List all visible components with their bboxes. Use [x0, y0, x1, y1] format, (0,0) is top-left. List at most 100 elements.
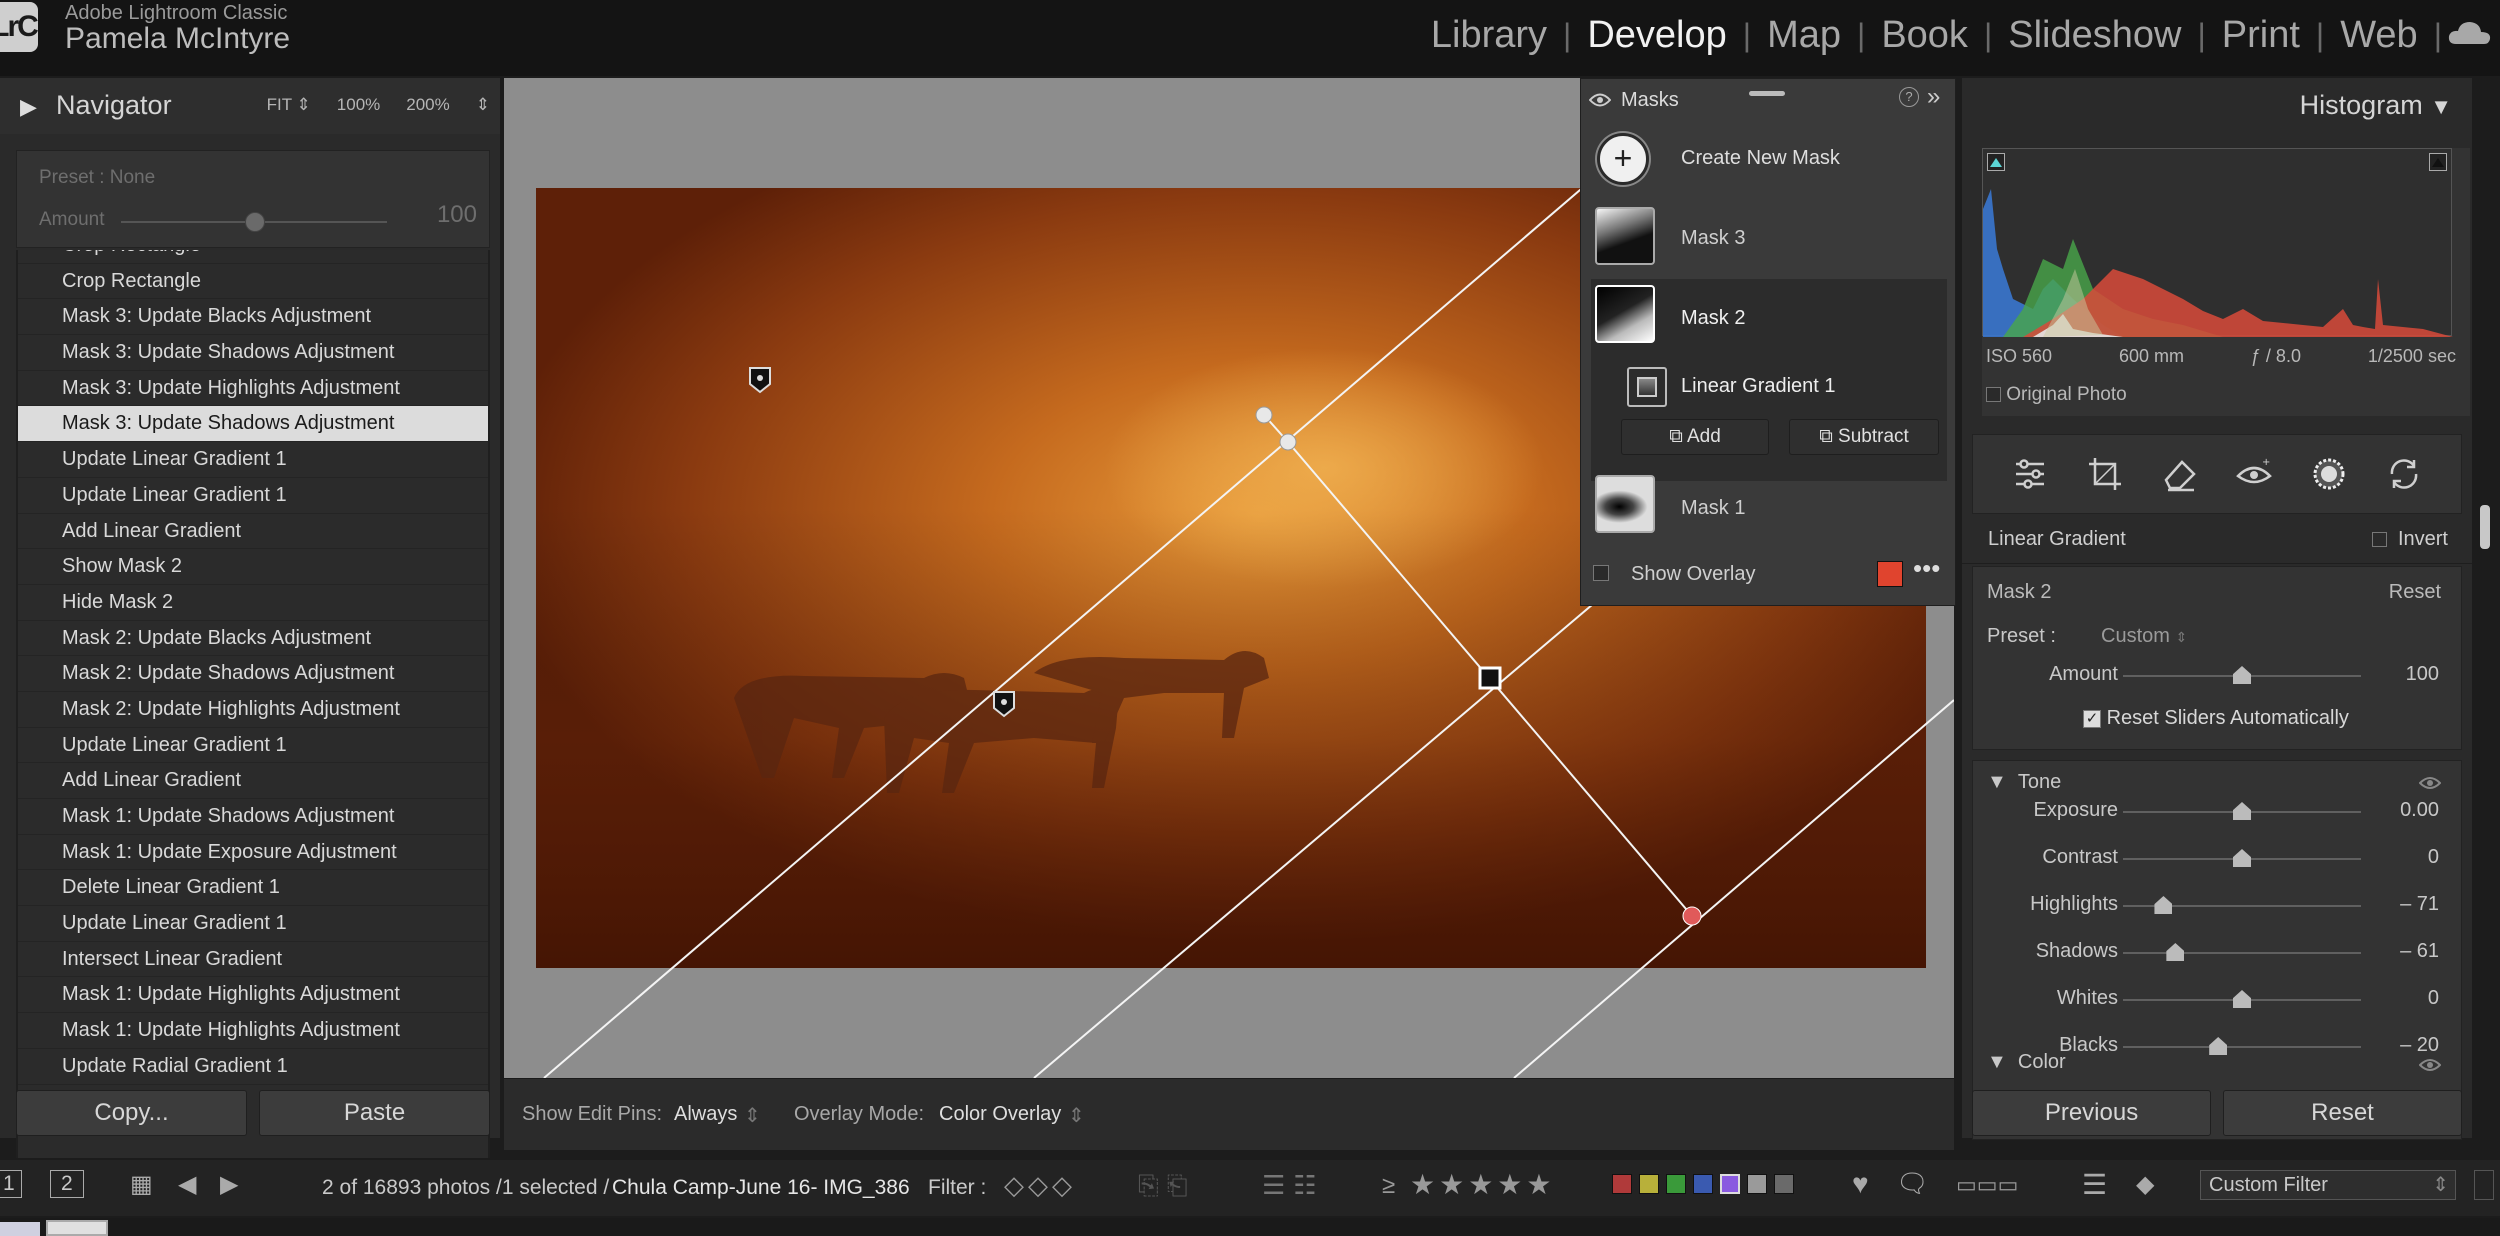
invert-toggle[interactable]: Invert [2371, 528, 2448, 551]
module-book[interactable]: Book [1865, 14, 1984, 57]
mask-item[interactable]: Mask 1 [1581, 473, 1957, 543]
amount-value[interactable]: 100 [2406, 663, 2439, 686]
slider-value[interactable]: – 61 [2400, 940, 2439, 963]
amount-slider[interactable]: Amount 100 [1973, 661, 2463, 691]
mask-item-selected[interactable]: Mask 2 Linear Gradient 1 ⧉ Add ⧉ Subtrac… [1591, 279, 1947, 481]
right-panel-scrollbar[interactable] [2480, 505, 2490, 549]
slider-value[interactable]: – 71 [2400, 893, 2439, 916]
history-item[interactable]: Mask 3: Update Shadows Adjustment [18, 406, 488, 443]
file-name[interactable]: Chula Camp-June 16- IMG_386 [612, 1176, 910, 1200]
slider-knob[interactable] [2233, 802, 2251, 820]
shadows-slider[interactable]: Shadows – 61 [1973, 938, 2463, 968]
slider-value[interactable]: 0.00 [2400, 799, 2439, 822]
history-item[interactable]: Hide Mask 2 [18, 585, 488, 621]
highlights-slider[interactable]: Highlights – 71 [1973, 891, 2463, 921]
component-name[interactable]: Linear Gradient 1 [1681, 375, 1836, 398]
tone-header[interactable]: ▼ Tone [1987, 771, 2061, 794]
color-label-swatch[interactable] [1639, 1174, 1659, 1194]
custom-filter-select[interactable]: Custom Filter ⇕ [2200, 1170, 2456, 1200]
shadow-clipping-icon[interactable] [1987, 153, 2005, 171]
show-overlay-checkbox[interactable] [1593, 565, 1609, 581]
mask-item[interactable]: Mask 3 [1581, 203, 1957, 273]
history-item[interactable]: Mask 2: Update Blacks Adjustment [18, 621, 488, 657]
subtract-button[interactable]: ⧉ Subtract [1789, 419, 1939, 455]
grid-view-icon[interactable]: ▦ [130, 1170, 153, 1199]
slider-value[interactable]: 0 [2428, 987, 2439, 1010]
histogram-graph[interactable] [1982, 148, 2453, 337]
history-item[interactable]: Add Linear Gradient [18, 763, 488, 799]
history-item[interactable]: Mask 1: Update Highlights Adjustment [18, 977, 488, 1014]
history-item[interactable]: Mask 1: Update Exposure Adjustment [18, 835, 488, 871]
history-item[interactable]: Crop Rectangle [18, 250, 488, 264]
mask-reset-button[interactable]: Reset [2389, 581, 2441, 604]
slider-knob[interactable] [2154, 896, 2173, 914]
color-label-swatch[interactable] [1747, 1174, 1767, 1194]
color-label-swatch[interactable] [1774, 1174, 1794, 1194]
healing-eraser-icon[interactable] [2160, 454, 2200, 494]
module-develop[interactable]: Develop [1571, 14, 1742, 57]
star-rating-filter[interactable]: ★★★★★ [1410, 1168, 1556, 1201]
history-item[interactable]: Mask 2: Update Shadows Adjustment [18, 656, 488, 692]
slider-track[interactable] [2123, 1046, 2361, 1048]
edit-pins-select[interactable]: Always [674, 1103, 737, 1126]
zoom-200[interactable]: 200% [406, 95, 449, 115]
zoom-100[interactable]: 100% [337, 95, 380, 115]
thumbnail-selected[interactable] [46, 1220, 108, 1236]
history-item[interactable]: Mask 2: Update Highlights Adjustment [18, 692, 488, 728]
color-label-swatch[interactable] [1720, 1174, 1740, 1194]
slider-knob[interactable] [2209, 1037, 2228, 1055]
crop-icon[interactable] [2085, 454, 2125, 494]
overlay-color-swatch[interactable] [1877, 561, 1903, 587]
filmstrip-toggle[interactable] [2474, 1170, 2494, 1200]
comment-icon[interactable]: 🗨 [1896, 1168, 1929, 1199]
blacks-slider[interactable]: Blacks – 20 [1973, 1032, 2463, 1062]
screen-1-button[interactable]: 1 [0, 1170, 22, 1198]
slider-value[interactable]: 0 [2428, 846, 2439, 869]
history-item[interactable]: Update Radial Gradient 1 [18, 1049, 488, 1085]
module-print[interactable]: Print [2206, 14, 2316, 57]
color-label-swatch[interactable] [1612, 1174, 1632, 1194]
help-icon[interactable]: ? [1899, 87, 1919, 107]
reset-button[interactable]: Reset [2223, 1090, 2462, 1136]
rating-operator[interactable]: ≥ [1382, 1172, 1395, 1200]
highlight-clipping-icon[interactable] [2429, 153, 2447, 171]
history-item[interactable]: Add Linear Gradient [18, 514, 488, 550]
masking-icon[interactable] [2309, 454, 2349, 494]
zoom-more[interactable]: ⇕ [476, 95, 490, 115]
collapse-triangle-icon[interactable]: ▶ [20, 94, 37, 120]
history-item[interactable]: Show Mask 2 [18, 549, 488, 585]
module-slideshow[interactable]: Slideshow [1992, 14, 2197, 57]
reset-sliders-checkbox[interactable]: ✓ [2083, 709, 2101, 728]
mask-preset-select[interactable]: Custom ⇕ [2101, 625, 2187, 648]
more-options-icon[interactable]: ••• [1913, 553, 1940, 584]
history-item[interactable]: Mask 3: Update Shadows Adjustment [18, 335, 488, 371]
module-map[interactable]: Map [1751, 14, 1857, 57]
original-photo-toggle[interactable]: Original Photo [1986, 384, 2127, 406]
exposure-slider[interactable]: Exposure 0.00 [1973, 797, 2463, 827]
color-label-swatch[interactable] [1666, 1174, 1686, 1194]
history-item[interactable]: Mask 3: Update Highlights Adjustment [18, 371, 488, 407]
back-arrow-icon[interactable]: ◀ [178, 1170, 196, 1199]
history-item[interactable]: Intersect Linear Gradient [18, 942, 488, 978]
linear-gradient-component-icon[interactable] [1627, 367, 1667, 407]
overlay-mode-select[interactable]: Color Overlay [939, 1103, 1061, 1126]
slider-knob[interactable] [2166, 943, 2185, 961]
history-item[interactable]: Update Linear Gradient 1 [18, 728, 488, 764]
thumbnail[interactable] [0, 1222, 40, 1236]
screen-2-button[interactable]: 2 [50, 1170, 84, 1198]
history-item[interactable]: Crop Rectangle [18, 264, 488, 300]
slider-value[interactable]: – 20 [2400, 1034, 2439, 1057]
invert-checkbox[interactable] [2371, 532, 2387, 548]
history-item[interactable]: Update Linear Gradient 1 [18, 442, 488, 478]
module-web[interactable]: Web [2324, 14, 2433, 57]
original-photo-checkbox[interactable] [1986, 387, 2001, 403]
history-list[interactable]: Crop RectangleCrop Rectangle Mask 3: Upda… [16, 250, 490, 1158]
history-item[interactable]: Mask 1: Update Shadows Adjustment [18, 799, 488, 835]
forward-arrow-icon[interactable]: ▶ [220, 1170, 238, 1199]
reset-sliders-toggle[interactable]: ✓ Reset Sliders Automatically [2083, 707, 2349, 730]
slider-track[interactable] [2123, 952, 2361, 954]
create-new-mask-row[interactable]: + Create New Mask [1581, 125, 1957, 189]
chevron-updown-icon[interactable]: ⇕ [744, 1103, 761, 1128]
slider-knob[interactable] [2233, 666, 2251, 684]
zoom-fit[interactable]: FIT ⇕ [267, 95, 311, 115]
